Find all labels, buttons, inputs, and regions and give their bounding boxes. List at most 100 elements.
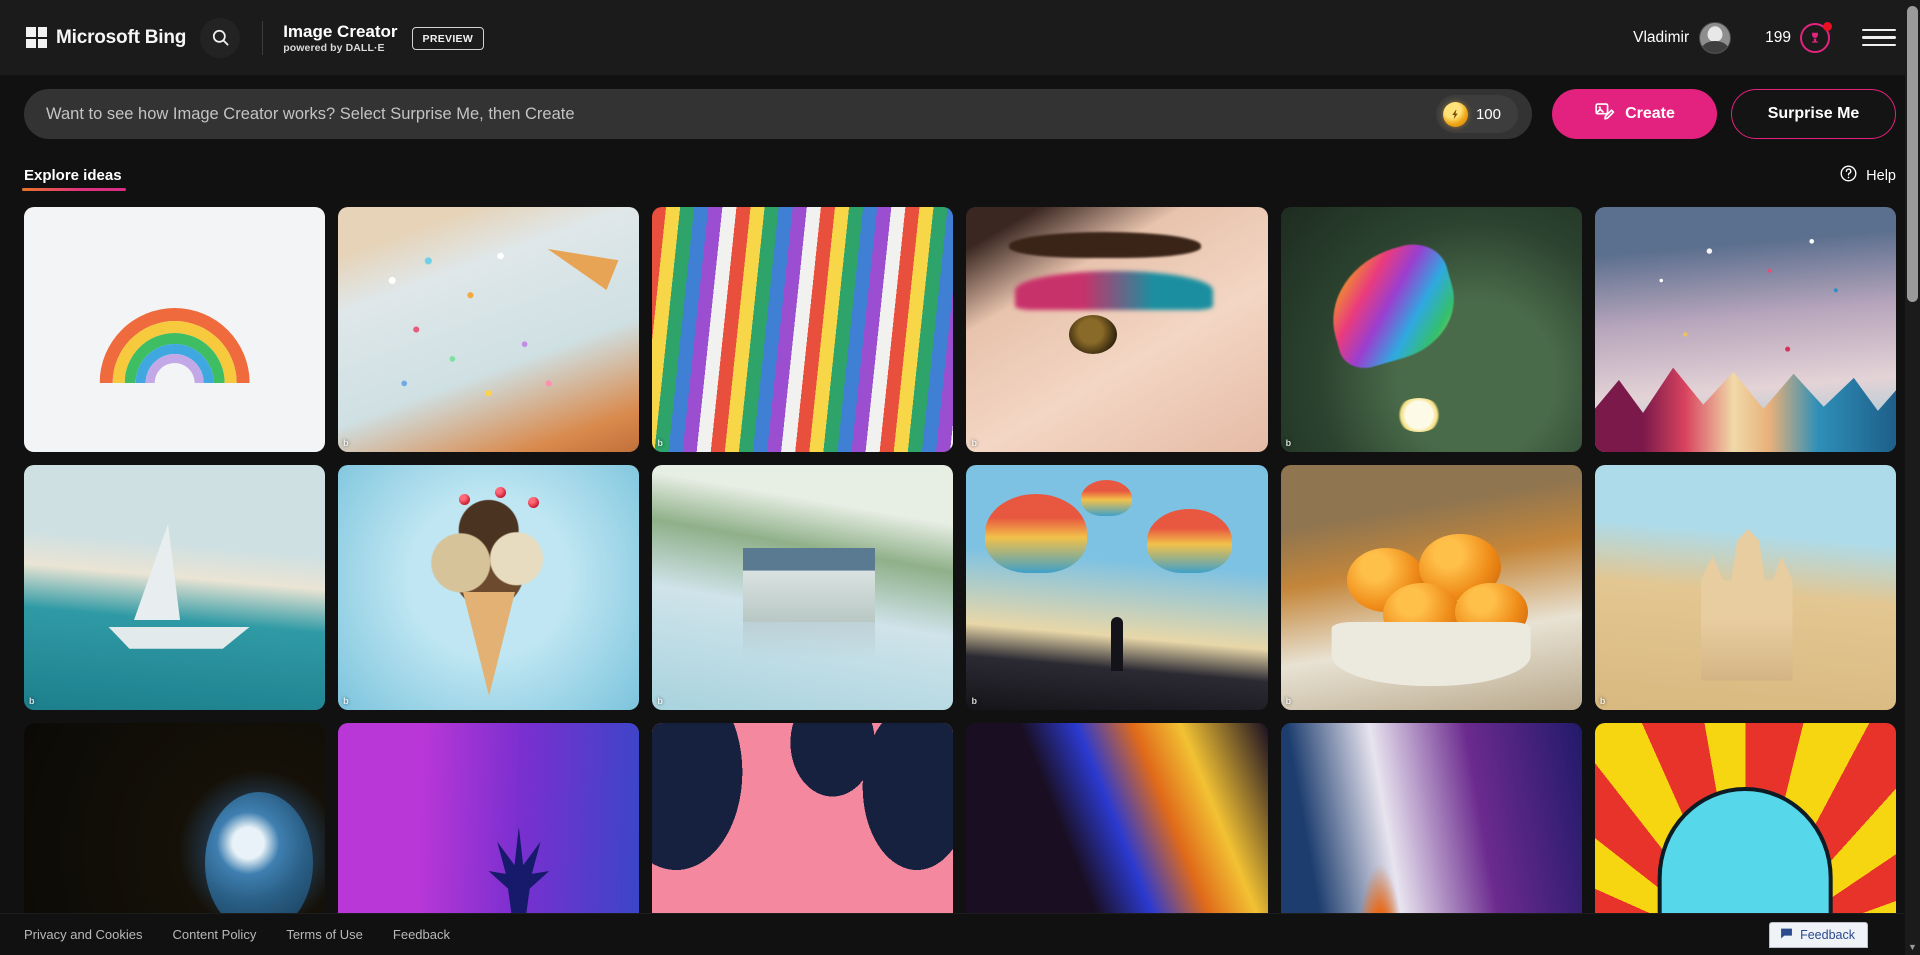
gallery-tile[interactable]: b bbox=[652, 207, 953, 452]
rainbow-shape bbox=[81, 285, 268, 383]
footer-link-privacy[interactable]: Privacy and Cookies bbox=[24, 927, 143, 942]
eyeshadow-shape bbox=[1015, 271, 1214, 310]
footer-links: Privacy and Cookies Content Policy Terms… bbox=[24, 927, 450, 942]
tab-explore-ideas-label: Explore ideas bbox=[24, 167, 122, 184]
footer-link-feedback[interactable]: Feedback bbox=[393, 927, 450, 942]
gallery-tile[interactable]: b bbox=[24, 465, 325, 710]
cherry-shape bbox=[528, 497, 539, 508]
tile-badge: b bbox=[343, 438, 348, 448]
reflection-shape bbox=[743, 622, 876, 661]
cone-shape bbox=[463, 592, 515, 696]
preview-badge: PREVIEW bbox=[412, 27, 485, 50]
boost-count: 100 bbox=[1476, 106, 1501, 123]
tile-badge: b bbox=[1286, 438, 1291, 448]
tile-art-paint-splash-abstract bbox=[1595, 207, 1896, 452]
help-button[interactable]: Help bbox=[1839, 164, 1896, 191]
tile-art-hot-air-balloons-silhouette bbox=[966, 465, 1267, 710]
tile-badge: b bbox=[1286, 696, 1291, 706]
question-circle-icon bbox=[1839, 164, 1858, 187]
eyebrow-shape bbox=[1009, 232, 1202, 259]
page-title: Image Creator bbox=[283, 22, 397, 41]
gallery-tile[interactable]: b bbox=[652, 465, 953, 710]
gallery-tile[interactable]: b bbox=[1595, 465, 1896, 710]
tile-badge: b bbox=[343, 696, 348, 706]
tile-art-colorful-ribbons bbox=[652, 207, 953, 452]
create-button[interactable]: Create bbox=[1552, 89, 1717, 139]
help-label: Help bbox=[1866, 168, 1896, 184]
house-shape bbox=[743, 548, 876, 622]
tile-art-origami-sailboat-ocean bbox=[24, 465, 325, 710]
microsoft-grid-icon bbox=[26, 27, 47, 48]
feedback-widget-label: Feedback bbox=[1800, 928, 1855, 942]
rewards-button[interactable]: 199 bbox=[1765, 23, 1830, 53]
gallery-tile[interactable]: b bbox=[338, 207, 639, 452]
boost-credits-pill[interactable]: 100 bbox=[1436, 95, 1518, 133]
gallery-tile[interactable]: b bbox=[966, 207, 1267, 452]
header-right-controls: Vladimir 199 bbox=[1633, 22, 1896, 54]
person-silhouette-shape bbox=[1111, 617, 1123, 671]
feedback-widget-button[interactable]: Feedback bbox=[1769, 922, 1868, 948]
prompt-field-wrapper[interactable]: 100 bbox=[24, 89, 1532, 139]
tile-art-giant-ice-cream-cone bbox=[338, 465, 639, 710]
header-divider bbox=[262, 21, 263, 55]
tile-art-rainbow-butterfly-flower bbox=[1281, 207, 1582, 452]
scrollbar-thumb[interactable] bbox=[1907, 6, 1918, 302]
user-name: Vladimir bbox=[1633, 29, 1689, 47]
gallery-tile[interactable]: b bbox=[966, 465, 1267, 710]
gallery-tile[interactable] bbox=[1595, 207, 1896, 452]
rewards-count: 199 bbox=[1765, 29, 1791, 47]
footer-link-terms[interactable]: Terms of Use bbox=[286, 927, 363, 942]
bing-logo[interactable]: Microsoft Bing bbox=[26, 27, 186, 49]
speech-bubble-icon bbox=[1780, 927, 1793, 943]
tile-art-paper-craft-rainbow bbox=[24, 207, 325, 452]
avatar[interactable] bbox=[1699, 22, 1731, 54]
boost-coin-icon bbox=[1443, 102, 1468, 127]
scoops-shape bbox=[401, 499, 576, 602]
tile-badge: b bbox=[657, 696, 662, 706]
page-scrollbar[interactable]: ▼ bbox=[1905, 0, 1920, 955]
tabs-row: Explore ideas Help bbox=[24, 161, 1896, 191]
castle-shape bbox=[1676, 529, 1815, 681]
app-header: Microsoft Bing Image Creator powered by … bbox=[0, 0, 1920, 75]
chevron-down-icon[interactable]: ▼ bbox=[1905, 939, 1920, 954]
surprise-me-label: Surprise Me bbox=[1768, 105, 1860, 123]
prompt-bar: 100 Create Surprise Me bbox=[24, 89, 1896, 139]
create-button-label: Create bbox=[1625, 105, 1675, 123]
prompt-input[interactable] bbox=[46, 105, 1426, 124]
footer-link-content-policy[interactable]: Content Policy bbox=[173, 927, 257, 942]
tile-badge: b bbox=[29, 696, 34, 706]
tile-art-watercolor-lake-house bbox=[652, 465, 953, 710]
bowl-shape bbox=[1332, 622, 1531, 686]
gallery-tile[interactable]: b bbox=[1281, 207, 1582, 452]
hamburger-menu-icon[interactable] bbox=[1862, 23, 1896, 53]
iris-shape bbox=[1069, 315, 1117, 354]
surprise-me-button[interactable]: Surprise Me bbox=[1731, 89, 1896, 139]
confetti-shape bbox=[338, 207, 639, 452]
tile-badge: b bbox=[657, 438, 662, 448]
tile-art-rainbow-eye-makeup bbox=[966, 207, 1267, 452]
notification-dot bbox=[1823, 22, 1832, 31]
tile-badge: b bbox=[971, 696, 976, 706]
butterfly-wing-shape bbox=[1316, 236, 1467, 374]
app-subtitle: powered by DALL·E bbox=[283, 42, 397, 54]
search-icon[interactable] bbox=[200, 18, 240, 58]
sail-shape bbox=[134, 524, 180, 620]
user-account[interactable]: Vladimir bbox=[1633, 22, 1731, 54]
gallery-tile[interactable] bbox=[24, 207, 325, 452]
brand-label: Microsoft Bing bbox=[56, 27, 186, 49]
tile-art-colored-pencil-confetti bbox=[338, 207, 639, 452]
tile-art-sandcastle-on-beach bbox=[1595, 465, 1896, 710]
explore-ideas-grid: b b b b b bbox=[24, 207, 1896, 955]
gallery-tile[interactable]: b bbox=[338, 465, 639, 710]
trophy-icon bbox=[1800, 23, 1830, 53]
tab-explore-ideas[interactable]: Explore ideas bbox=[24, 167, 122, 191]
image-wand-icon bbox=[1594, 101, 1615, 127]
hull-shape bbox=[99, 627, 250, 649]
page-footer: Privacy and Cookies Content Policy Terms… bbox=[0, 913, 1920, 955]
gallery-tile[interactable]: b bbox=[1281, 465, 1582, 710]
balloon-shape bbox=[1081, 480, 1132, 517]
balloon-shape bbox=[1147, 509, 1231, 573]
tile-art-oranges-in-bowl-painting bbox=[1281, 465, 1582, 710]
tile-badge: b bbox=[971, 438, 976, 448]
cherry-shape bbox=[495, 487, 506, 498]
